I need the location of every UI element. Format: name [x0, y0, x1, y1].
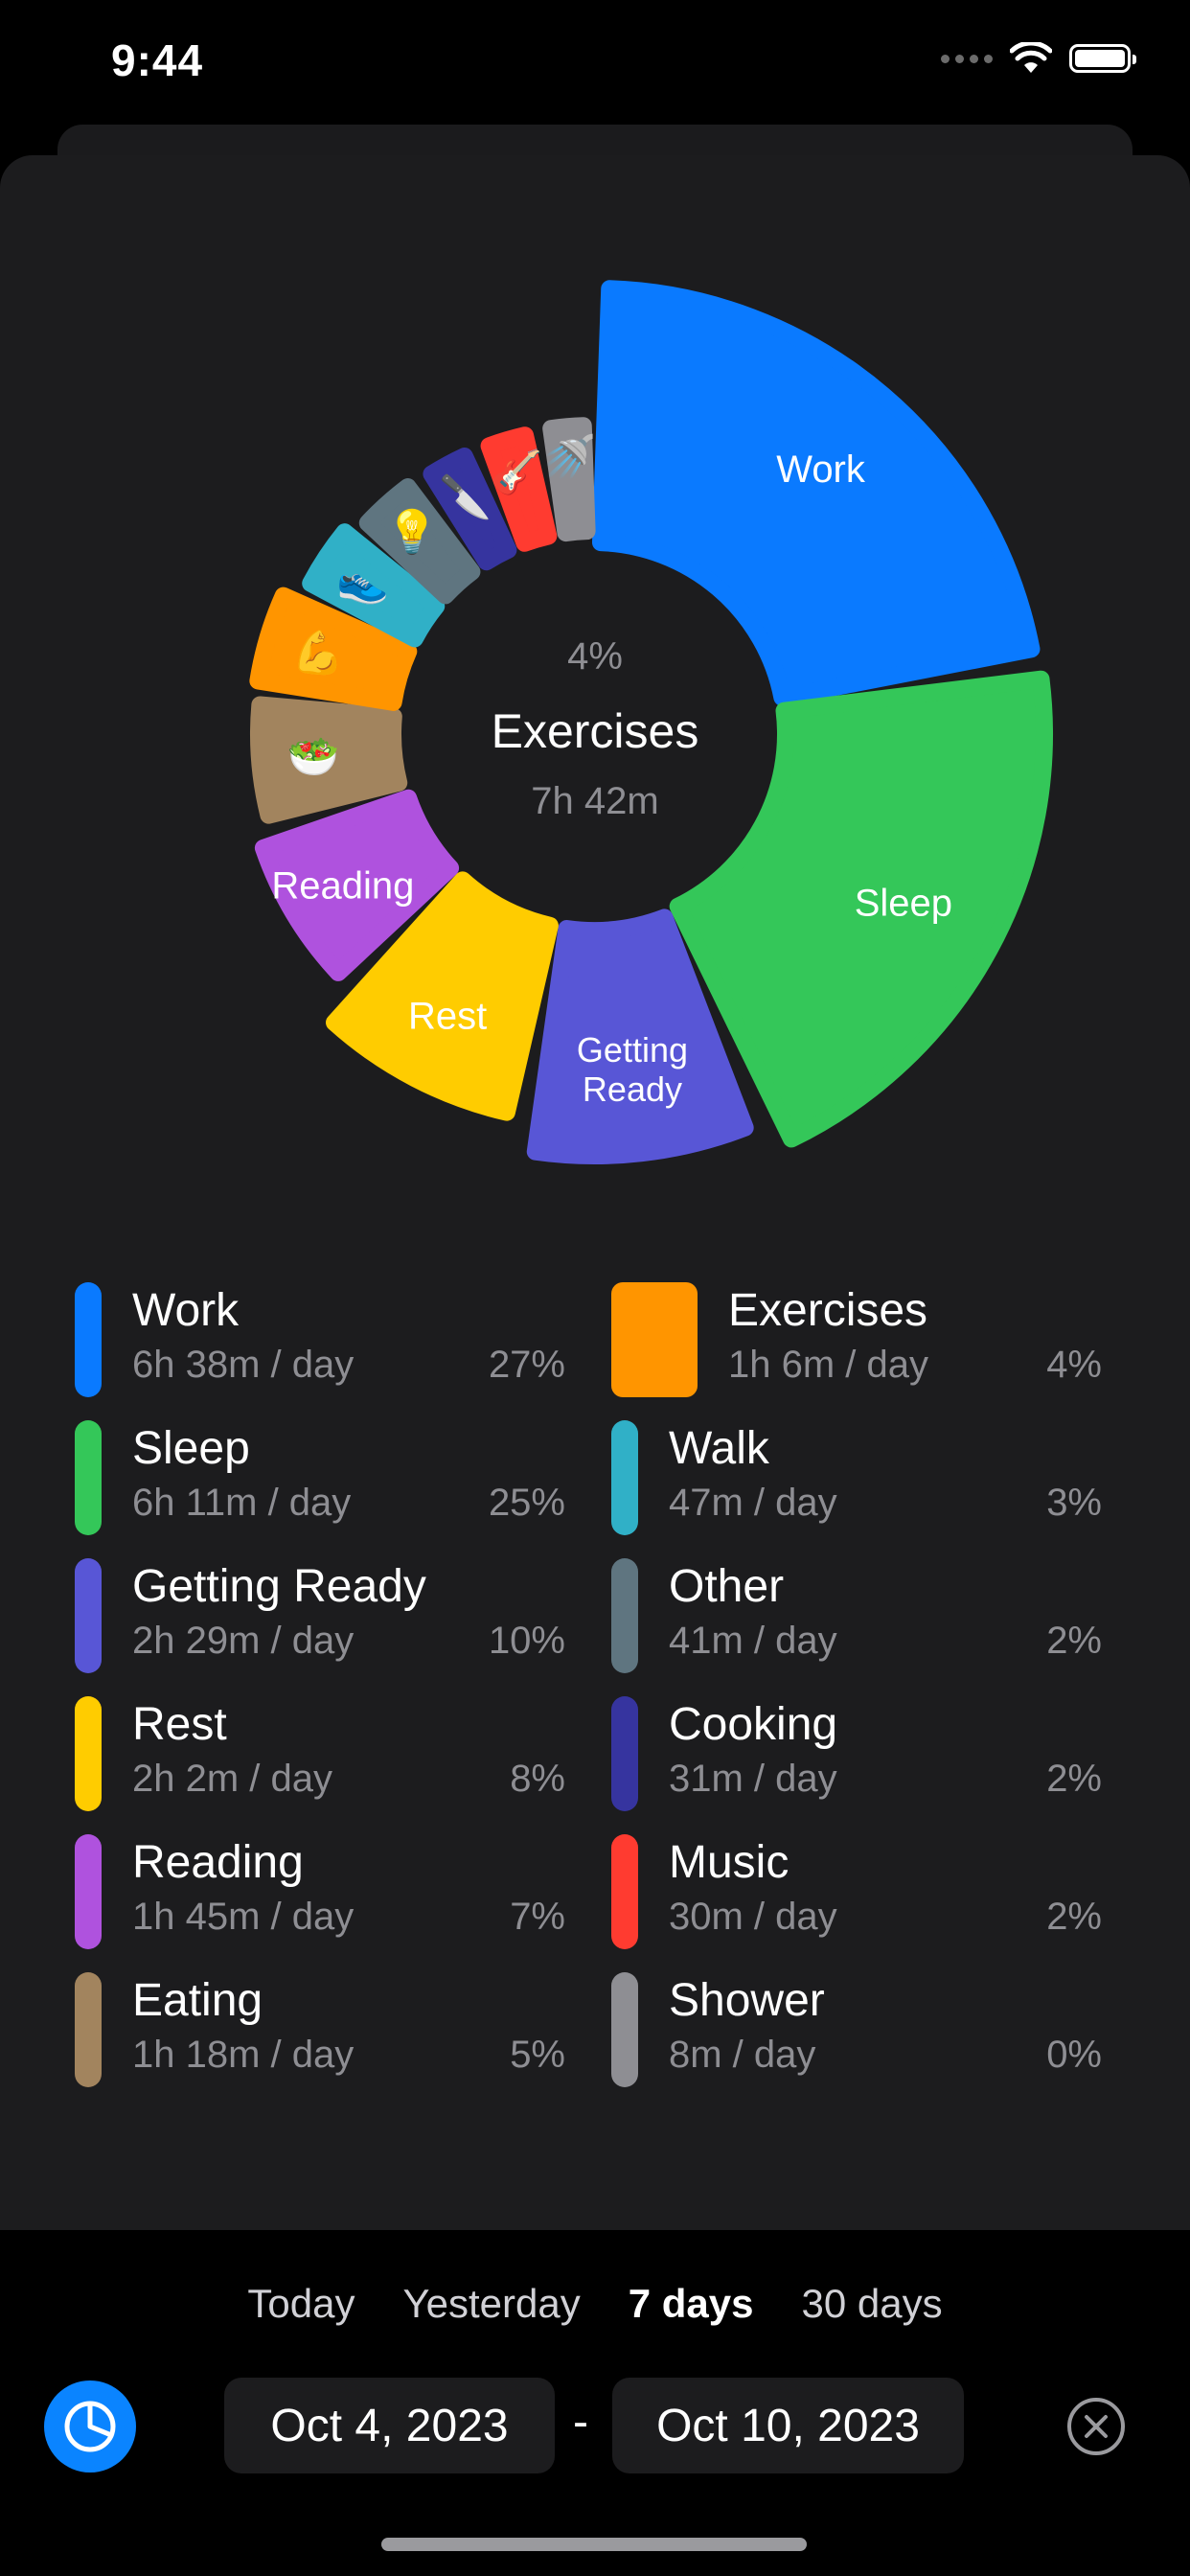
selected-percent: 4% — [567, 635, 623, 678]
legend-time: 31m / day — [669, 1758, 837, 1800]
battery-icon — [1069, 44, 1136, 73]
legend-swatch — [75, 1834, 102, 1949]
legend-time: 2h 2m / day — [132, 1758, 333, 1800]
donut-label-cooking: 🔪 — [439, 472, 492, 520]
legend-time: 41m / day — [669, 1620, 837, 1662]
date-range-separator: - — [573, 2397, 588, 2448]
status-bar: 9:44 — [0, 0, 1190, 125]
legend-item-sleep[interactable]: Sleep 6h 11m / day 25% — [75, 1413, 565, 1551]
legend-swatch — [611, 1696, 638, 1811]
legend-item-rest[interactable]: Rest 2h 2m / day 8% — [75, 1689, 565, 1827]
close-circle-icon[interactable] — [1065, 2396, 1127, 2457]
legend-item-cooking[interactable]: Cooking 31m / day 2% — [611, 1689, 1102, 1827]
legend-time: 1h 6m / day — [728, 1344, 929, 1386]
legend-percent: 10% — [488, 1620, 565, 1662]
legend-item-work[interactable]: Work 6h 38m / day 27% — [75, 1275, 565, 1413]
legend-name: Rest — [132, 1699, 227, 1750]
donut-label-reading: Reading — [271, 864, 414, 907]
legend-item-exercises[interactable]: Exercises 1h 6m / day 4% — [611, 1275, 1102, 1413]
pie-chart-icon — [64, 2401, 116, 2452]
legend-name: Work — [132, 1285, 240, 1336]
start-date-button[interactable]: Oct 4, 2023 — [224, 2378, 555, 2473]
donut-label-sleep: Sleep — [855, 882, 952, 924]
legend-item-reading[interactable]: Reading 1h 45m / day 7% — [75, 1827, 565, 1965]
legend-time: 1h 45m / day — [132, 1896, 355, 1938]
legend-time: 8m / day — [669, 2034, 816, 2076]
chart-toggle-button[interactable] — [44, 2380, 136, 2472]
legend-time: 6h 38m / day — [132, 1344, 355, 1386]
legend-name: Other — [669, 1561, 785, 1612]
status-icons — [941, 42, 1136, 75]
range-tabs: Today Yesterday 7 days 30 days — [0, 2281, 1190, 2327]
selected-category-name: Exercises — [491, 704, 699, 758]
legend-name: Shower — [669, 1975, 825, 2026]
donut-label-music: 🎸 — [491, 448, 543, 497]
end-date-button[interactable]: Oct 10, 2023 — [612, 2378, 964, 2473]
legend-swatch — [611, 1558, 638, 1673]
legend-name: Walk — [669, 1423, 769, 1474]
donut-label-rest: Rest — [408, 996, 487, 1038]
range-tab-yesterday[interactable]: Yesterday — [378, 2281, 604, 2327]
legend-name: Getting Ready — [132, 1561, 426, 1612]
legend-name: Exercises — [728, 1285, 928, 1336]
legend-time: 30m / day — [669, 1896, 837, 1938]
legend-item-walk[interactable]: Walk 47m / day 3% — [611, 1413, 1102, 1551]
legend-percent: 2% — [1046, 1758, 1102, 1800]
cellular-signal-icon — [941, 54, 993, 63]
donut-label-getting-ready: Getting Ready — [577, 1030, 688, 1109]
donut-label-other: 💡 — [385, 508, 438, 556]
legend-time: 47m / day — [669, 1482, 837, 1524]
range-tab-7-days[interactable]: 7 days — [605, 2281, 778, 2327]
legend-name: Reading — [132, 1837, 304, 1888]
legend-name: Music — [669, 1837, 790, 1888]
legend-swatch — [75, 1558, 102, 1673]
legend-percent: 0% — [1046, 2034, 1102, 2076]
legend-percent: 5% — [510, 2034, 565, 2076]
legend-item-music[interactable]: Music 30m / day 2% — [611, 1827, 1102, 1965]
legend-swatch — [75, 1972, 102, 2087]
legend-swatch — [75, 1282, 102, 1397]
legend-name: Cooking — [669, 1699, 838, 1750]
legend-right-column: Exercises 1h 6m / day 4% Walk 47m / day 3% Oth… — [611, 1275, 1102, 2103]
legend-left-column: Work 6h 38m / day 27% Sleep 6h 11m / day 25% G… — [75, 1275, 565, 2103]
legend-percent: 25% — [488, 1482, 565, 1524]
legend-item-eating[interactable]: Eating 1h 18m / day 5% — [75, 1965, 565, 2103]
range-tab-30-days[interactable]: 30 days — [777, 2281, 966, 2327]
legend-time: 6h 11m / day — [132, 1482, 352, 1524]
legend-name: Eating — [132, 1975, 263, 2026]
donut-label-walk: 👟 — [336, 559, 389, 607]
legend-item-shower[interactable]: Shower 8m / day 0% — [611, 1965, 1102, 2103]
legend-swatch — [611, 1282, 698, 1397]
legend-percent: 8% — [510, 1758, 565, 1800]
legend-item-getting-ready[interactable]: Getting Ready 2h 29m / day 10% — [75, 1551, 565, 1689]
wifi-icon — [1010, 42, 1052, 73]
status-time: 9:44 — [111, 35, 204, 85]
legend-percent: 7% — [510, 1896, 565, 1938]
donut-label-work: Work — [776, 448, 866, 491]
legend-swatch — [611, 1834, 638, 1949]
legend-swatch — [611, 1420, 638, 1535]
time-donut-chart: WorkSleepGetting ReadyRestReading🥗💪👟💡🔪🎸 🚿 — [249, 280, 1053, 1164]
legend-item-other[interactable]: Other 41m / day 2% — [611, 1551, 1102, 1689]
range-tab-today[interactable]: Today — [223, 2281, 378, 2327]
legend-percent: 3% — [1046, 1482, 1102, 1524]
legend-swatch — [75, 1420, 102, 1535]
legend-swatch — [75, 1696, 102, 1811]
legend-percent: 2% — [1046, 1896, 1102, 1938]
legend-percent: 27% — [488, 1344, 565, 1386]
home-indicator — [381, 2538, 807, 2551]
legend-time: 2h 29m / day — [132, 1620, 355, 1662]
legend-percent: 2% — [1046, 1620, 1102, 1662]
legend-percent: 4% — [1046, 1344, 1102, 1386]
donut-label-shower: 🚿 — [543, 432, 596, 480]
legend-swatch — [611, 1972, 638, 2087]
selected-category-time: 7h 42m — [531, 780, 659, 822]
legend-name: Sleep — [132, 1423, 250, 1474]
legend-time: 1h 18m / day — [132, 2034, 355, 2076]
